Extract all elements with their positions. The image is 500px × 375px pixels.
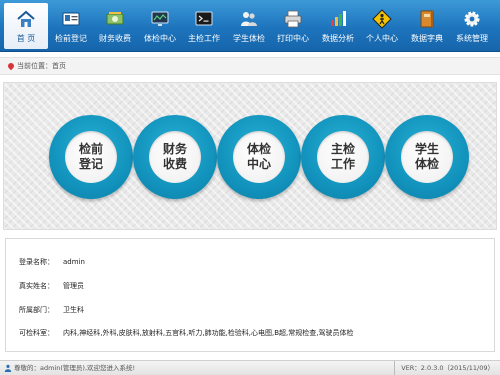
top-navigation-bar: 首 页 检前登记 财务收费 体检中心 主检工作 学生体检 打印中心 数据分析 个… — [0, 0, 500, 52]
home-icon — [17, 10, 35, 27]
real-name-label: 真实姓名： — [19, 282, 54, 290]
breadcrumb-text: 当前位置：首页 — [17, 62, 66, 70]
nav-label: 个人中心 — [366, 34, 398, 43]
nav-item-chief-exam[interactable]: 主检工作 — [182, 3, 226, 49]
real-name-value: 管理员 — [63, 282, 84, 290]
module-student-exam[interactable]: 学生体检 — [385, 115, 469, 199]
info-row-department: 所属部门： 卫生科 — [19, 305, 84, 315]
info-row-realname: 真实姓名： 管理员 — [19, 281, 84, 291]
module-inner: 主检工作 — [317, 131, 369, 183]
nav-label: 数据分析 — [322, 34, 354, 43]
nav-item-student-exam[interactable]: 学生体检 — [227, 3, 271, 49]
nav-label: 系统管理 — [456, 34, 488, 43]
nav-label: 学生体检 — [233, 34, 265, 43]
module-label: 财务收费 — [162, 142, 187, 171]
printer-icon — [284, 10, 302, 28]
nav-item-pre-registration[interactable]: 检前登记 — [49, 3, 93, 49]
login-name-value: admin — [63, 258, 85, 266]
nav-label: 打印中心 — [277, 34, 309, 43]
nav-item-exam-center[interactable]: 体检中心 — [138, 3, 182, 49]
available-depts-label: 可检科室： — [19, 329, 54, 337]
nav-label: 数据字典 — [411, 34, 443, 43]
login-name-label: 登录名称： — [19, 258, 54, 266]
module-label: 学生体检 — [414, 142, 439, 171]
info-row-available-depts: 可检科室： 内科,神经科,外科,皮肤科,放射科,五官科,听力,肺功能,检验科,心电… — [19, 328, 354, 338]
nav-item-personal-center[interactable]: 个人中心 — [360, 3, 404, 49]
user-icon — [4, 364, 12, 372]
id-card-icon — [62, 12, 80, 26]
welcome-text: 尊敬的：admin(管理员),欢迎您进入系统! — [14, 364, 136, 372]
module-chief-exam[interactable]: 主检工作 — [301, 115, 385, 199]
nav-item-finance[interactable]: 财务收费 — [93, 3, 137, 49]
module-finance[interactable]: 财务收费 — [133, 115, 217, 199]
available-depts-value: 内科,神经科,外科,皮肤科,放射科,五官科,听力,肺功能,检验科,心电图,B超,… — [63, 329, 354, 337]
module-inner: 财务收费 — [149, 131, 201, 183]
version-text: VER：2.0.3.0（2015/11/09） — [394, 361, 494, 375]
students-icon — [241, 12, 257, 26]
terminal-icon — [195, 11, 213, 26]
department-label: 所属部门： — [19, 306, 54, 314]
nav-label: 主检工作 — [188, 34, 220, 43]
breadcrumb: 当前位置：首页 — [0, 57, 500, 75]
gear-icon — [464, 11, 480, 27]
module-exam-center[interactable]: 体检中心 — [217, 115, 301, 199]
nav-item-home[interactable]: 首 页 — [4, 3, 48, 49]
nav-label: 检前登记 — [55, 34, 87, 43]
money-icon — [106, 12, 124, 25]
user-info-panel: 登录名称： admin 真实姓名： 管理员 所属部门： 卫生科 可检科室： 内科,神经科… — [5, 238, 495, 352]
status-bar: 尊敬的：admin(管理员),欢迎您进入系统! VER：2.0.3.0（2015… — [0, 360, 500, 375]
module-inner: 检前登记 — [65, 131, 117, 183]
module-banner: 检前登记 财务收费 体检中心 主检工作 学生体检 — [3, 82, 497, 230]
nav-label: 财务收费 — [99, 34, 131, 43]
module-inner: 体检中心 — [233, 131, 285, 183]
nav-item-data-dictionary[interactable]: 数据字典 — [405, 3, 449, 49]
module-pre-registration[interactable]: 检前登记 — [49, 115, 133, 199]
info-row-login: 登录名称： admin — [19, 257, 85, 267]
module-label: 主检工作 — [330, 142, 355, 171]
monitor-icon — [151, 11, 169, 26]
nav-item-print-center[interactable]: 打印中心 — [271, 3, 315, 49]
person-sign-icon — [372, 9, 392, 29]
nav-label: 首 页 — [16, 34, 36, 43]
dictionary-icon — [420, 10, 434, 28]
bar-chart-icon — [331, 11, 346, 26]
module-inner: 学生体检 — [401, 131, 453, 183]
nav-label: 体检中心 — [144, 34, 176, 43]
nav-item-data-analysis[interactable]: 数据分析 — [316, 3, 360, 49]
module-label: 体检中心 — [246, 142, 271, 171]
location-pin-icon — [6, 61, 16, 71]
department-value: 卫生科 — [63, 306, 84, 314]
module-label: 检前登记 — [78, 142, 103, 171]
nav-item-system-admin[interactable]: 系统管理 — [450, 3, 494, 49]
